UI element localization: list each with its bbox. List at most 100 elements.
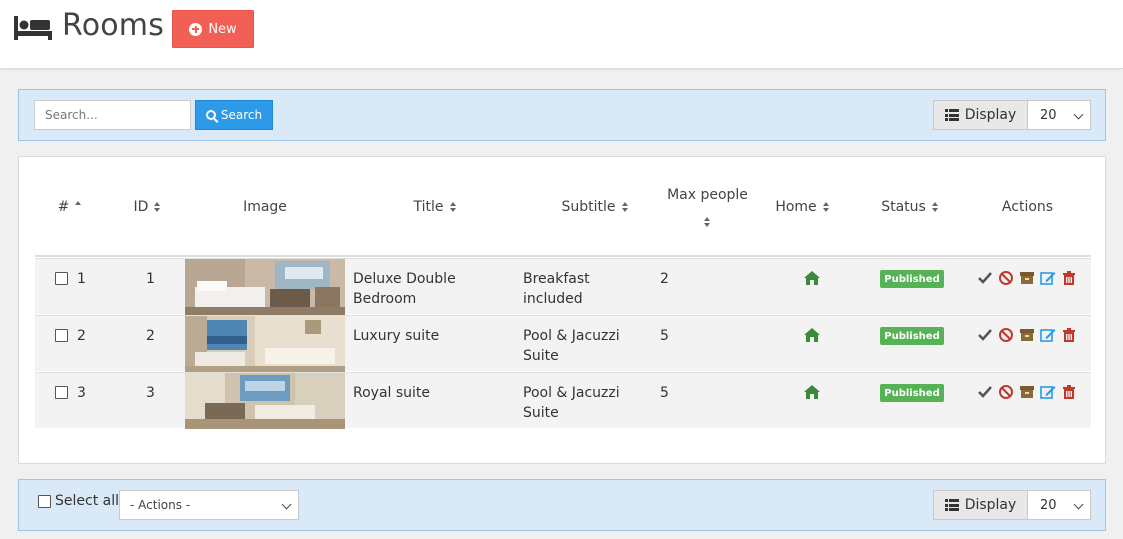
- row-checkbox[interactable]: [55, 386, 68, 399]
- archive-icon[interactable]: [1019, 270, 1035, 286]
- archive-icon[interactable]: [1019, 384, 1035, 400]
- table-row: 1 1 Deluxe Double Bedroom Breakfast incl…: [35, 258, 1091, 315]
- col-header-status[interactable]: Status: [865, 157, 955, 257]
- col-header-label: Max people: [667, 186, 748, 203]
- per-page-select[interactable]: 20: [1028, 490, 1091, 520]
- new-button[interactable]: New: [172, 10, 254, 48]
- royal-suite-photo: [185, 373, 345, 429]
- home-icon[interactable]: [804, 385, 820, 399]
- edit-icon[interactable]: [1040, 384, 1056, 400]
- row-subtitle: Pool & Jacuzzi Suite: [523, 385, 620, 421]
- ban-icon[interactable]: [998, 384, 1014, 400]
- search-input[interactable]: [34, 100, 191, 130]
- row-actions: [977, 327, 1077, 343]
- ban-icon[interactable]: [998, 270, 1014, 286]
- bulk-actions-select[interactable]: - Actions -: [119, 490, 299, 520]
- col-header-actions: Actions: [985, 157, 1070, 257]
- rooms-table: # ID Image Title Subtitle Max people Hom…: [18, 156, 1106, 464]
- bulk-actions-value: - Actions -: [130, 498, 191, 512]
- row-title: Royal suite: [353, 385, 431, 401]
- status-badge[interactable]: Published: [880, 327, 944, 345]
- list-icon: [944, 109, 959, 121]
- col-header-max-people[interactable]: Max people: [660, 157, 755, 257]
- sort-icon: [449, 201, 457, 213]
- display-control: Display 20: [933, 100, 1091, 130]
- col-header-label: Title: [413, 199, 444, 215]
- page-title: Rooms: [62, 8, 165, 43]
- sort-icon: [931, 201, 939, 213]
- sort-icon: [822, 201, 830, 213]
- select-all-checkbox[interactable]: [38, 494, 51, 508]
- row-subtitle: Breakfast included: [523, 271, 590, 307]
- new-button-label: New: [208, 21, 237, 37]
- trash-icon[interactable]: [1061, 270, 1077, 286]
- row-checkbox[interactable]: [55, 272, 68, 285]
- bedroom-photo: [185, 259, 345, 315]
- row-actions: [977, 384, 1077, 400]
- select-all-label: Select all: [55, 493, 119, 509]
- home-icon[interactable]: [804, 328, 820, 342]
- col-header-label: Image: [243, 199, 287, 215]
- row-title: Deluxe Double Bedroom: [353, 271, 456, 307]
- per-page-select[interactable]: 20: [1028, 100, 1091, 130]
- col-header-home[interactable]: Home: [765, 157, 840, 257]
- row-num: 3: [77, 385, 86, 401]
- sort-icon: [704, 216, 711, 228]
- col-header-label: ID: [133, 199, 149, 215]
- col-header-label: Actions: [1001, 199, 1054, 215]
- row-checkbox[interactable]: [55, 329, 68, 342]
- check-icon[interactable]: [977, 384, 993, 400]
- row-max-people: 5: [660, 385, 669, 401]
- sort-icon: [154, 201, 161, 213]
- status-badge[interactable]: Published: [880, 270, 944, 288]
- display-button[interactable]: Display: [933, 100, 1028, 130]
- display-button-label: Display: [964, 497, 1017, 513]
- col-header-image: Image: [185, 157, 345, 257]
- col-header-label: Status: [881, 199, 926, 215]
- filter-bar: Search Display 20: [18, 89, 1106, 141]
- row-title: Luxury suite: [353, 328, 440, 344]
- row-num: 2: [77, 328, 86, 344]
- edit-icon[interactable]: [1040, 270, 1056, 286]
- archive-icon[interactable]: [1019, 327, 1035, 343]
- row-id: 1: [146, 271, 155, 287]
- chevron-down-icon: [281, 499, 292, 510]
- status-badge[interactable]: Published: [880, 384, 944, 402]
- col-header-label: Home: [775, 199, 817, 215]
- edit-icon[interactable]: [1040, 327, 1056, 343]
- display-button-label: Display: [964, 107, 1017, 123]
- table-row: 3 3 Royal suite Pool & Jacuzzi Suite 5 P…: [35, 372, 1091, 429]
- ban-icon[interactable]: [998, 327, 1014, 343]
- display-control: Display 20: [933, 490, 1091, 520]
- table-row: 2 2 Luxury suite Pool & Jacuzzi Suite 5 …: [35, 315, 1091, 372]
- trash-icon[interactable]: [1061, 327, 1077, 343]
- row-max-people: 5: [660, 328, 669, 344]
- page-header: Rooms New: [0, 0, 1123, 69]
- col-header-label: #: [57, 199, 70, 215]
- bed-icon: [14, 16, 52, 40]
- check-icon[interactable]: [977, 327, 993, 343]
- table-header: # ID Image Title Subtitle Max people Hom…: [35, 157, 1091, 257]
- select-all[interactable]: Select all: [38, 493, 119, 509]
- home-icon[interactable]: [804, 271, 820, 285]
- chevron-down-icon: [1073, 499, 1084, 510]
- col-header-id[interactable]: ID: [115, 157, 180, 257]
- search-button[interactable]: Search: [195, 100, 273, 130]
- row-max-people: 2: [660, 271, 669, 287]
- bulk-actions-bar: Select all - Actions - Display 20: [18, 479, 1106, 531]
- col-header-subtitle[interactable]: Subtitle: [525, 157, 665, 257]
- per-page-value: 20: [1040, 497, 1057, 513]
- display-button[interactable]: Display: [933, 490, 1028, 520]
- check-icon[interactable]: [977, 270, 993, 286]
- search-button-label: Search: [220, 108, 263, 122]
- trash-icon[interactable]: [1061, 384, 1077, 400]
- search-icon: [205, 110, 216, 120]
- plus-circle-icon: [189, 22, 203, 36]
- list-icon: [944, 499, 959, 511]
- row-subtitle: Pool & Jacuzzi Suite: [523, 328, 620, 364]
- col-header-title[interactable]: Title: [355, 157, 515, 257]
- col-header-num[interactable]: #: [35, 157, 105, 257]
- row-num: 1: [77, 271, 86, 287]
- chevron-down-icon: [1073, 109, 1084, 120]
- row-id: 3: [146, 385, 155, 401]
